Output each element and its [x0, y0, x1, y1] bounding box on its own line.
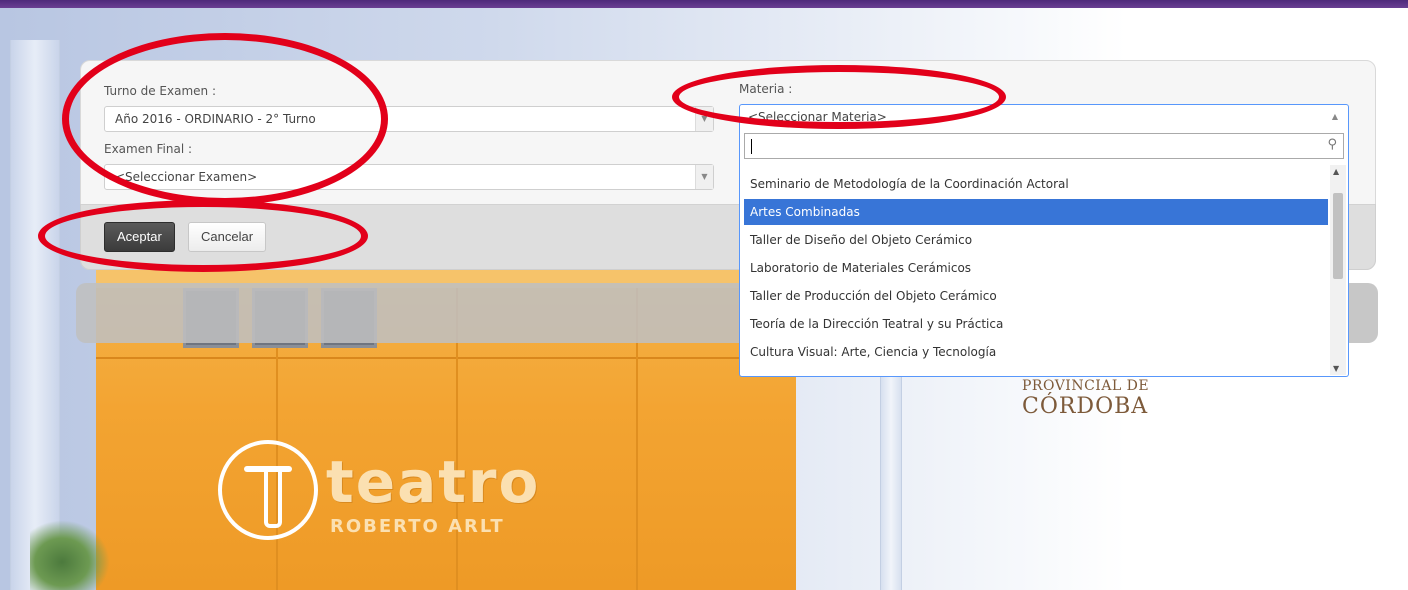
- annotation-ring-materia: [672, 65, 1006, 129]
- annotation-ring-buttons: [38, 200, 368, 272]
- chevron-down-icon: ▼: [695, 165, 713, 189]
- annotation-ring-turno: [62, 33, 388, 205]
- scrollbar-thumb[interactable]: [1333, 193, 1343, 279]
- province-logo-line2: CÓRDOBA: [1022, 394, 1149, 419]
- materia-options-list: Seminario de Metodología de la Coordinac…: [740, 171, 1328, 376]
- scroll-down-icon[interactable]: ▼: [1333, 364, 1339, 373]
- materia-option-selected[interactable]: Artes Combinadas: [744, 199, 1328, 225]
- dropdown-scrollbar[interactable]: ▲ ▼: [1330, 165, 1346, 375]
- scroll-up-icon[interactable]: ▲: [1333, 167, 1339, 176]
- teatro-logo-icon: [218, 440, 318, 540]
- teatro-sign: teatro: [326, 448, 541, 516]
- palm-tree: [30, 520, 110, 590]
- materia-option[interactable]: Taller de Producción del Objeto Cerámico: [744, 283, 1328, 309]
- materia-dropdown: ⚲ Seminario de Metodología de la Coordin…: [739, 129, 1349, 377]
- header-bar: [0, 0, 1408, 8]
- teatro-sign-subtitle: ROBERTO ARLT: [330, 516, 505, 537]
- province-logo-line1: PROVINCIAL DE: [1022, 378, 1150, 394]
- materia-option[interactable]: Teoría de la Dirección Teatral y su Prác…: [744, 311, 1328, 337]
- materia-option[interactable]: Taller de Diseño del Objeto Cerámico: [744, 227, 1328, 253]
- materia-option[interactable]: Seminario de Metodología de la Coordinac…: [744, 171, 1328, 197]
- text-cursor: [751, 139, 752, 154]
- materia-option[interactable]: Cultura Visual: Arte, Ciencia y Tecnolog…: [744, 339, 1328, 365]
- materia-option[interactable]: Laboratorio de Materiales Cerámicos: [744, 255, 1328, 281]
- materia-search-input[interactable]: ⚲: [744, 133, 1344, 159]
- building-column: [10, 40, 60, 590]
- search-icon: ⚲: [1327, 137, 1337, 152]
- chevron-up-icon: ▲: [1331, 112, 1338, 121]
